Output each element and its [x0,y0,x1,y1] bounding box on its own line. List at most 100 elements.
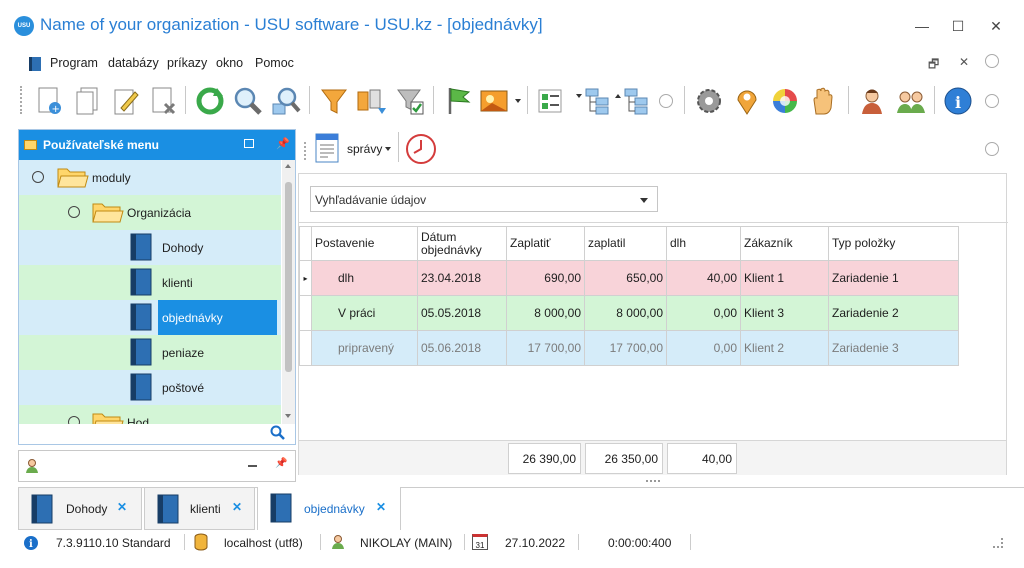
search-icon[interactable] [231,84,265,118]
tree-item-postove[interactable]: poštové [19,370,281,405]
scroll-up-arrow-icon[interactable] [285,164,291,168]
tree-item-dohody[interactable]: Dohody [19,230,281,265]
menu-overflow-icon[interactable] [985,54,999,68]
refresh-icon[interactable] [193,84,227,118]
tab-close-icon[interactable]: ✕ [376,500,386,514]
menu-program[interactable]: Program [50,56,98,70]
cell-customer[interactable]: Klient 2 [740,330,829,366]
tree-collapse-toggle-icon[interactable] [68,416,80,424]
panel-float-icon[interactable] [244,139,254,148]
cell-date[interactable]: 05.05.2018 [417,295,507,331]
minimize-button[interactable]: — [910,14,934,38]
cell-item-type[interactable]: Zariadenie 1 [828,260,959,296]
close-button[interactable]: ✕ [984,14,1008,38]
search-dropdown-arrow-icon[interactable] [640,198,648,203]
add-record-icon[interactable]: + [32,84,66,118]
tree-item-objednavky[interactable]: objednávky [19,300,281,335]
filter-icon[interactable] [317,84,351,118]
info-icon[interactable]: i [941,84,975,118]
tree-expand-icon[interactable] [582,84,616,118]
column-header-paid[interactable]: zaplatil [584,226,667,261]
tree-view[interactable]: moduly Organizácia Dohody klienti objedn… [19,160,281,424]
tree-collapse-icon[interactable] [621,84,655,118]
tab-dohody[interactable]: Dohody ✕ [18,488,142,530]
image-icon[interactable] [479,84,513,118]
advanced-search-icon[interactable] [269,84,303,118]
filter-apply-icon[interactable] [393,84,427,118]
filter-columns-icon[interactable] [355,84,389,118]
flag-icon[interactable] [441,84,475,118]
users-group-icon[interactable] [894,84,928,118]
cell-to-pay[interactable]: 8 000,00 [506,295,585,331]
mdi-restore-button[interactable]: 🗗 [928,55,939,76]
image-dropdown-arrow-icon[interactable] [515,99,521,103]
content-toolbar-overflow-icon[interactable] [985,142,999,156]
toolbar-overflow-icon-2[interactable] [985,94,999,108]
location-pin-icon[interactable] [730,84,764,118]
cell-to-pay[interactable]: 690,00 [506,260,585,296]
table-row[interactable]: pripravený 05.06.2018 17 700,00 17 700,0… [299,330,959,366]
tree-item-moduly[interactable]: moduly [19,160,281,195]
panel-pin-icon[interactable]: 📌 [276,137,290,150]
tab-close-icon[interactable]: ✕ [232,500,242,514]
tree-collapse-toggle-icon[interactable] [32,171,44,183]
menu-prikazy[interactable]: príkazy [167,56,207,70]
maximize-button[interactable]: ☐ [946,14,970,38]
column-header-customer[interactable]: Zákazník [740,226,829,261]
reports-dropdown-arrow-icon[interactable] [385,147,391,151]
expand-rows-icon[interactable] [533,84,567,118]
column-header-debt[interactable]: dlh [666,226,741,261]
menu-pomoc[interactable]: Pomoc [255,56,294,70]
menu-databazy[interactable]: databázy [108,56,159,70]
cell-date[interactable]: 05.06.2018 [417,330,507,366]
cell-debt[interactable]: 0,00 [666,295,741,331]
cell-debt[interactable]: 0,00 [666,330,741,366]
tree-item-hod[interactable]: Hod... [19,405,281,424]
panel-minimize-icon[interactable] [248,465,257,467]
cell-customer[interactable]: Klient 1 [740,260,829,296]
column-header-to-pay[interactable]: Zaplatiť [506,226,585,261]
cell-date[interactable]: 23.04.2018 [417,260,507,296]
column-header-status[interactable]: Postavenie [311,226,418,261]
tree-scrollbar[interactable] [282,160,295,424]
search-input[interactable]: Vyhľadávanie údajov [310,186,658,212]
scroll-down-arrow-icon[interactable] [285,414,291,418]
color-palette-icon[interactable] [768,84,802,118]
tree-item-klienti[interactable]: klienti [19,265,281,300]
settings-gear-icon[interactable] [692,84,726,118]
edit-record-icon[interactable] [108,84,142,118]
cell-item-type[interactable]: Zariadenie 2 [828,295,959,331]
cell-paid[interactable]: 8 000,00 [584,295,667,331]
cell-debt[interactable]: 40,00 [666,260,741,296]
cell-status[interactable]: dlh [311,260,418,296]
cell-item-type[interactable]: Zariadenie 3 [828,330,959,366]
menu-okno[interactable]: okno [216,56,243,70]
delete-record-icon[interactable] [146,84,180,118]
table-row[interactable]: ▸ dlh 23.04.2018 690,00 650,00 40,00 Kli… [299,260,959,296]
column-header-item-type[interactable]: Typ položky [828,226,959,261]
cell-to-pay[interactable]: 17 700,00 [506,330,585,366]
hand-icon[interactable] [806,84,840,118]
splitter-grip[interactable] [646,480,660,482]
cell-paid[interactable]: 17 700,00 [584,330,667,366]
table-row[interactable]: V práci 05.05.2018 8 000,00 8 000,00 0,0… [299,295,959,331]
cell-status[interactable]: pripravený [311,330,418,366]
tab-objednavky[interactable]: objednávky ✕ [257,487,401,531]
reports-icon[interactable] [314,132,342,164]
reports-button[interactable]: správy [347,142,382,156]
cell-status[interactable]: V práci [311,295,418,331]
tree-collapse-toggle-icon[interactable] [68,206,80,218]
tab-klienti[interactable]: klienti ✕ [144,488,255,530]
scrollbar-thumb[interactable] [285,182,292,372]
tree-search-icon[interactable] [270,425,286,441]
tab-close-icon[interactable]: ✕ [117,500,127,514]
toolbar-overflow-icon[interactable] [659,94,673,108]
column-header-order-date[interactable]: Dátum objednávky [417,226,507,261]
panel-pin-icon-2[interactable]: 📌 [275,458,287,469]
mdi-close-button[interactable]: ✕ [959,55,969,69]
cell-paid[interactable]: 650,00 [584,260,667,296]
resize-grip-icon[interactable] [993,538,1003,548]
user-icon[interactable] [856,84,890,118]
copy-record-icon[interactable] [70,84,104,118]
tree-item-organizacia[interactable]: Organizácia [19,195,281,230]
